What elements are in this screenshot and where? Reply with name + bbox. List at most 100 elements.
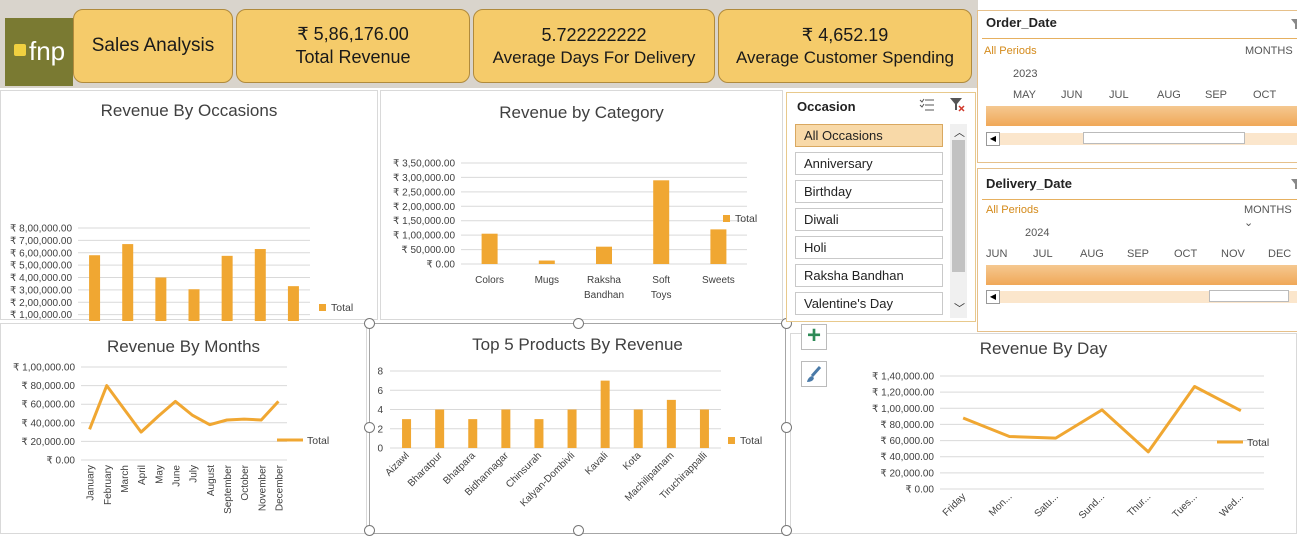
slicer-scrollbar[interactable]: ︿ ﹀ (950, 124, 967, 318)
x-tick-label: SoftToys (651, 275, 672, 301)
clear-filter-icon[interactable] (949, 97, 965, 113)
chart-panel-day[interactable]: Revenue By Day ₹ 0.00₹ 20,000.00₹ 40,000… (790, 333, 1297, 534)
chart-panel-category[interactable]: Revenue by Category ₹ 0.00₹ 50,000.00₹ 1… (380, 90, 783, 320)
bar[interactable] (89, 255, 100, 321)
kpi-avg-delivery: 5.722222222 Average Days For Delivery (473, 9, 715, 83)
chart-styles-button[interactable] (801, 361, 827, 387)
bar[interactable] (710, 229, 726, 264)
bar[interactable] (634, 410, 643, 449)
chart-panel-occasions[interactable]: Revenue By Occasions ₹ 0.00₹ 1,00,000.00… (0, 90, 378, 320)
bar[interactable] (402, 419, 411, 448)
series-line[interactable] (963, 386, 1241, 451)
scroll-down-icon[interactable]: ﹀ (954, 300, 965, 316)
legend-swatch (319, 304, 326, 311)
selection-handle[interactable] (364, 525, 375, 536)
chart-panel-products[interactable]: Top 5 Products By Revenue 02468AizawlBha… (369, 323, 786, 534)
x-tick-label: June (171, 465, 182, 487)
bar[interactable] (568, 410, 577, 449)
bar[interactable] (122, 244, 133, 321)
bar[interactable] (468, 419, 477, 448)
selection-handle[interactable] (364, 422, 375, 433)
scroll-left-icon[interactable]: ◀ (986, 290, 1000, 304)
timeline-month-label: NOV (1221, 248, 1245, 260)
slicer-item[interactable]: Raksha Bandhan (795, 264, 943, 287)
x-tick-label: RakshaBandhan (584, 275, 624, 301)
y-tick-label: ₹ 1,00,000.00 (10, 310, 72, 321)
x-tick-label: Aizawl (383, 450, 411, 478)
x-tick-label: January (86, 465, 97, 501)
bar[interactable] (155, 278, 166, 322)
timeline-range-bar[interactable] (986, 106, 1297, 126)
title-card: Sales Analysis (73, 9, 233, 83)
bar[interactable] (667, 400, 676, 448)
legend-label: Total (1247, 437, 1269, 449)
y-tick-label: ₹ 80,000.00 (21, 381, 75, 392)
chart-panel-months[interactable]: Revenue By Months ₹ 0.00₹ 20,000.00₹ 40,… (0, 323, 367, 534)
revenue-by-occasions-chart: ₹ 0.00₹ 1,00,000.00₹ 2,00,000.00₹ 3,00,0… (1, 91, 379, 321)
timeline-range-bar[interactable] (986, 265, 1297, 285)
time-unit-selector[interactable]: MONTHS ⌄ (1244, 204, 1297, 229)
gift-icon (14, 44, 26, 56)
chart-elements-button[interactable]: + (801, 324, 827, 350)
bar[interactable] (601, 381, 610, 448)
timeline-month-label: AUG (1157, 89, 1181, 101)
y-tick-label: ₹ 2,00,000.00 (10, 298, 72, 309)
x-tick-label: August (206, 465, 217, 496)
timeline-year: 2023 (1013, 68, 1037, 80)
bar[interactable] (534, 419, 543, 448)
bar[interactable] (288, 286, 299, 321)
slicer-item[interactable]: Anniversary (795, 152, 943, 175)
revenue-by-day-chart: ₹ 0.00₹ 20,000.00₹ 40,000.00₹ 60,000.00₹… (791, 334, 1297, 535)
selection-handle[interactable] (573, 318, 584, 329)
series-line[interactable] (90, 386, 279, 433)
timeline-month-label: JUN (986, 248, 1007, 260)
slicer-item[interactable]: Diwali (795, 208, 943, 231)
timeline-scroll-thumb[interactable] (1209, 290, 1289, 302)
filter-icon[interactable] (1291, 16, 1297, 26)
bar[interactable] (596, 247, 612, 264)
bar[interactable] (539, 261, 555, 264)
selection-handle[interactable] (781, 525, 792, 536)
bar[interactable] (700, 410, 709, 449)
scroll-thumb[interactable] (952, 140, 965, 272)
y-tick-label: 8 (377, 367, 383, 378)
legend-label: Total (307, 435, 329, 447)
selection-handle[interactable] (573, 525, 584, 536)
slicer-item[interactable]: Valentine's Day (795, 292, 943, 315)
filter-icon[interactable] (1291, 176, 1297, 186)
x-tick-label: Satu... (1033, 491, 1061, 519)
y-tick-label: ₹ 1,00,000.00 (393, 231, 455, 242)
timeline-month-label: AUG (1080, 248, 1104, 260)
order-date-timeline[interactable]: Order_Date All Periods MONTHS 2023 MAYJU… (977, 10, 1297, 163)
bar[interactable] (501, 410, 510, 449)
timeline-month-label: JUL (1033, 248, 1053, 260)
time-unit-selector[interactable]: MONTHS (1245, 45, 1293, 57)
x-tick-label: November (257, 464, 268, 511)
multi-select-icon[interactable] (919, 97, 935, 113)
bar[interactable] (189, 289, 200, 321)
revenue-by-months-chart: ₹ 0.00₹ 20,000.00₹ 40,000.00₹ 60,000.00₹… (1, 324, 368, 535)
scroll-up-icon[interactable]: ︿ (954, 124, 965, 140)
selection-handle[interactable] (364, 318, 375, 329)
slicer-item[interactable]: Holi (795, 236, 943, 259)
slicer-item[interactable]: All Occasions (795, 124, 943, 147)
timeline-scroll-thumb[interactable] (1083, 132, 1245, 144)
periods-label: All Periods (986, 204, 1039, 216)
bar[interactable] (482, 234, 498, 264)
occasion-slicer[interactable]: Occasion All Occasions Anniversary Birthda… (786, 92, 976, 322)
x-tick-label: Sund... (1077, 491, 1107, 521)
bar[interactable] (435, 410, 444, 449)
bar[interactable] (222, 256, 233, 321)
bar[interactable] (653, 180, 669, 264)
scroll-left-icon[interactable]: ◀ (986, 132, 1000, 146)
slicer-item[interactable]: Birthday (795, 180, 943, 203)
dashboard-title: Sales Analysis (92, 35, 215, 57)
legend-label: Total (735, 213, 757, 225)
slicer-title: Occasion (797, 99, 856, 114)
delivery-date-timeline[interactable]: Delivery_Date All Periods MONTHS ⌄ 2024 … (977, 168, 1297, 332)
y-tick-label: ₹ 8,00,000.00 (10, 224, 72, 235)
top-products-chart: 02468AizawlBharatpurBhatparaBidhannagarC… (370, 324, 787, 535)
bar[interactable] (255, 249, 266, 321)
selection-handle[interactable] (781, 422, 792, 433)
timeline-month-label: JUN (1061, 89, 1082, 101)
